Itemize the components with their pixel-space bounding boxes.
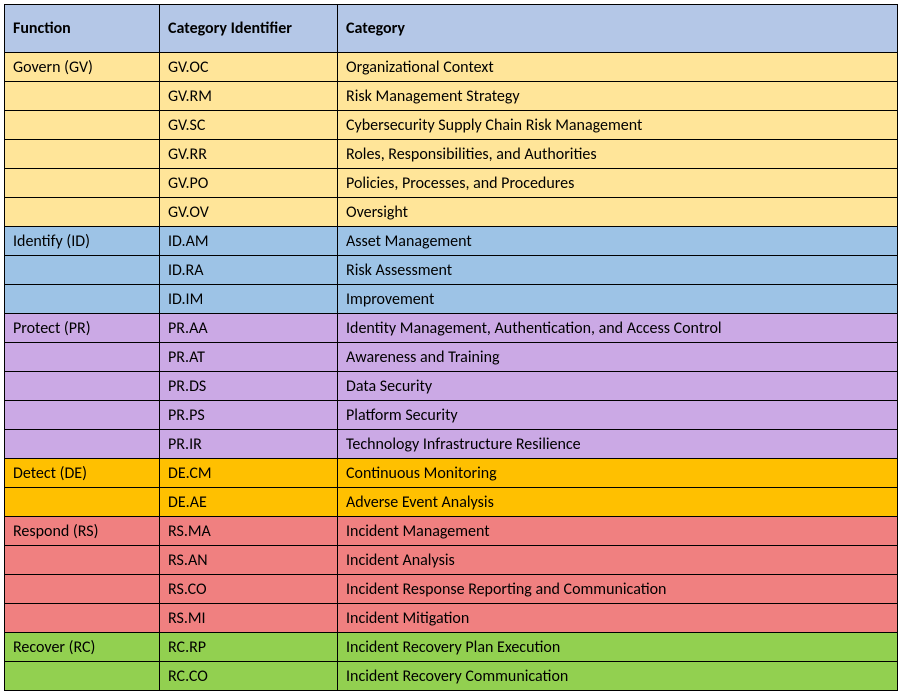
table-header-row: Function Category Identifier Category: [5, 5, 898, 53]
category-identifier-cell: RS.AN: [160, 546, 338, 575]
table-row: Identify (ID)ID.AMAsset Management: [5, 227, 898, 256]
category-name-cell: Technology Infrastructure Resilience: [338, 430, 898, 459]
table-row: Govern (GV)GV.OCOrganizational Context: [5, 53, 898, 82]
function-cell: [5, 575, 160, 604]
category-identifier-cell: GV.RR: [160, 140, 338, 169]
category-identifier-cell: DE.AE: [160, 488, 338, 517]
category-identifier-cell: PR.DS: [160, 372, 338, 401]
table-row: Recover (RC)RC.RPIncident Recovery Plan …: [5, 633, 898, 662]
category-identifier-cell: PR.IR: [160, 430, 338, 459]
category-name-cell: Improvement: [338, 285, 898, 314]
function-cell: [5, 198, 160, 227]
table-row: DE.AEAdverse Event Analysis: [5, 488, 898, 517]
category-identifier-cell: ID.IM: [160, 285, 338, 314]
header-category: Category: [338, 5, 898, 53]
function-cell: [5, 488, 160, 517]
table-row: ID.IMImprovement: [5, 285, 898, 314]
category-name-cell: Policies, Processes, and Procedures: [338, 169, 898, 198]
category-identifier-cell: DE.CM: [160, 459, 338, 488]
category-name-cell: Platform Security: [338, 401, 898, 430]
category-name-cell: Organizational Context: [338, 53, 898, 82]
table-row: PR.DSData Security: [5, 372, 898, 401]
category-name-cell: Incident Recovery Plan Execution: [338, 633, 898, 662]
header-function: Function: [5, 5, 160, 53]
table-row: GV.POPolicies, Processes, and Procedures: [5, 169, 898, 198]
category-identifier-cell: GV.PO: [160, 169, 338, 198]
table-row: Respond (RS)RS.MAIncident Management: [5, 517, 898, 546]
category-name-cell: Identity Management, Authentication, and…: [338, 314, 898, 343]
category-name-cell: Continuous Monitoring: [338, 459, 898, 488]
function-cell: [5, 662, 160, 691]
table-row: ID.RARisk Assessment: [5, 256, 898, 285]
function-cell: [5, 372, 160, 401]
category-name-cell: Incident Analysis: [338, 546, 898, 575]
category-name-cell: Risk Assessment: [338, 256, 898, 285]
function-cell: Identify (ID): [5, 227, 160, 256]
category-name-cell: Incident Mitigation: [338, 604, 898, 633]
table-row: GV.SCCybersecurity Supply Chain Risk Man…: [5, 111, 898, 140]
table-row: Protect (PR)PR.AAIdentity Management, Au…: [5, 314, 898, 343]
category-name-cell: Cybersecurity Supply Chain Risk Manageme…: [338, 111, 898, 140]
category-identifier-cell: PR.AA: [160, 314, 338, 343]
category-name-cell: Data Security: [338, 372, 898, 401]
csf-functions-table: Function Category Identifier Category Go…: [4, 4, 898, 691]
function-cell: [5, 604, 160, 633]
function-cell: [5, 169, 160, 198]
category-identifier-cell: GV.OC: [160, 53, 338, 82]
table-row: PR.IRTechnology Infrastructure Resilienc…: [5, 430, 898, 459]
category-identifier-cell: GV.OV: [160, 198, 338, 227]
category-identifier-cell: RS.CO: [160, 575, 338, 604]
category-identifier-cell: RC.CO: [160, 662, 338, 691]
table-row: RS.MIIncident Mitigation: [5, 604, 898, 633]
function-cell: [5, 111, 160, 140]
category-name-cell: Adverse Event Analysis: [338, 488, 898, 517]
category-identifier-cell: ID.AM: [160, 227, 338, 256]
category-identifier-cell: ID.RA: [160, 256, 338, 285]
table-row: GV.RRRoles, Responsibilities, and Author…: [5, 140, 898, 169]
function-cell: Detect (DE): [5, 459, 160, 488]
category-name-cell: Oversight: [338, 198, 898, 227]
function-cell: Respond (RS): [5, 517, 160, 546]
category-identifier-cell: GV.SC: [160, 111, 338, 140]
function-cell: [5, 343, 160, 372]
category-identifier-cell: PR.PS: [160, 401, 338, 430]
function-cell: [5, 82, 160, 111]
function-cell: [5, 546, 160, 575]
category-identifier-cell: RC.RP: [160, 633, 338, 662]
category-name-cell: Incident Recovery Communication: [338, 662, 898, 691]
function-cell: [5, 256, 160, 285]
category-name-cell: Risk Management Strategy: [338, 82, 898, 111]
category-identifier-cell: GV.RM: [160, 82, 338, 111]
function-cell: Govern (GV): [5, 53, 160, 82]
table-row: GV.RMRisk Management Strategy: [5, 82, 898, 111]
category-identifier-cell: RS.MI: [160, 604, 338, 633]
function-cell: [5, 430, 160, 459]
table-row: PR.PSPlatform Security: [5, 401, 898, 430]
table-row: PR.ATAwareness and Training: [5, 343, 898, 372]
category-name-cell: Asset Management: [338, 227, 898, 256]
category-identifier-cell: RS.MA: [160, 517, 338, 546]
header-identifier: Category Identifier: [160, 5, 338, 53]
category-name-cell: Incident Response Reporting and Communic…: [338, 575, 898, 604]
table-row: RS.ANIncident Analysis: [5, 546, 898, 575]
function-cell: [5, 401, 160, 430]
category-name-cell: Incident Management: [338, 517, 898, 546]
function-cell: [5, 140, 160, 169]
table-row: RS.COIncident Response Reporting and Com…: [5, 575, 898, 604]
category-name-cell: Awareness and Training: [338, 343, 898, 372]
function-cell: [5, 285, 160, 314]
table-body: Govern (GV)GV.OCOrganizational ContextGV…: [5, 53, 898, 691]
table-row: GV.OVOversight: [5, 198, 898, 227]
table-row: RC.COIncident Recovery Communication: [5, 662, 898, 691]
function-cell: Recover (RC): [5, 633, 160, 662]
category-identifier-cell: PR.AT: [160, 343, 338, 372]
function-cell: Protect (PR): [5, 314, 160, 343]
category-name-cell: Roles, Responsibilities, and Authorities: [338, 140, 898, 169]
table-row: Detect (DE)DE.CMContinuous Monitoring: [5, 459, 898, 488]
